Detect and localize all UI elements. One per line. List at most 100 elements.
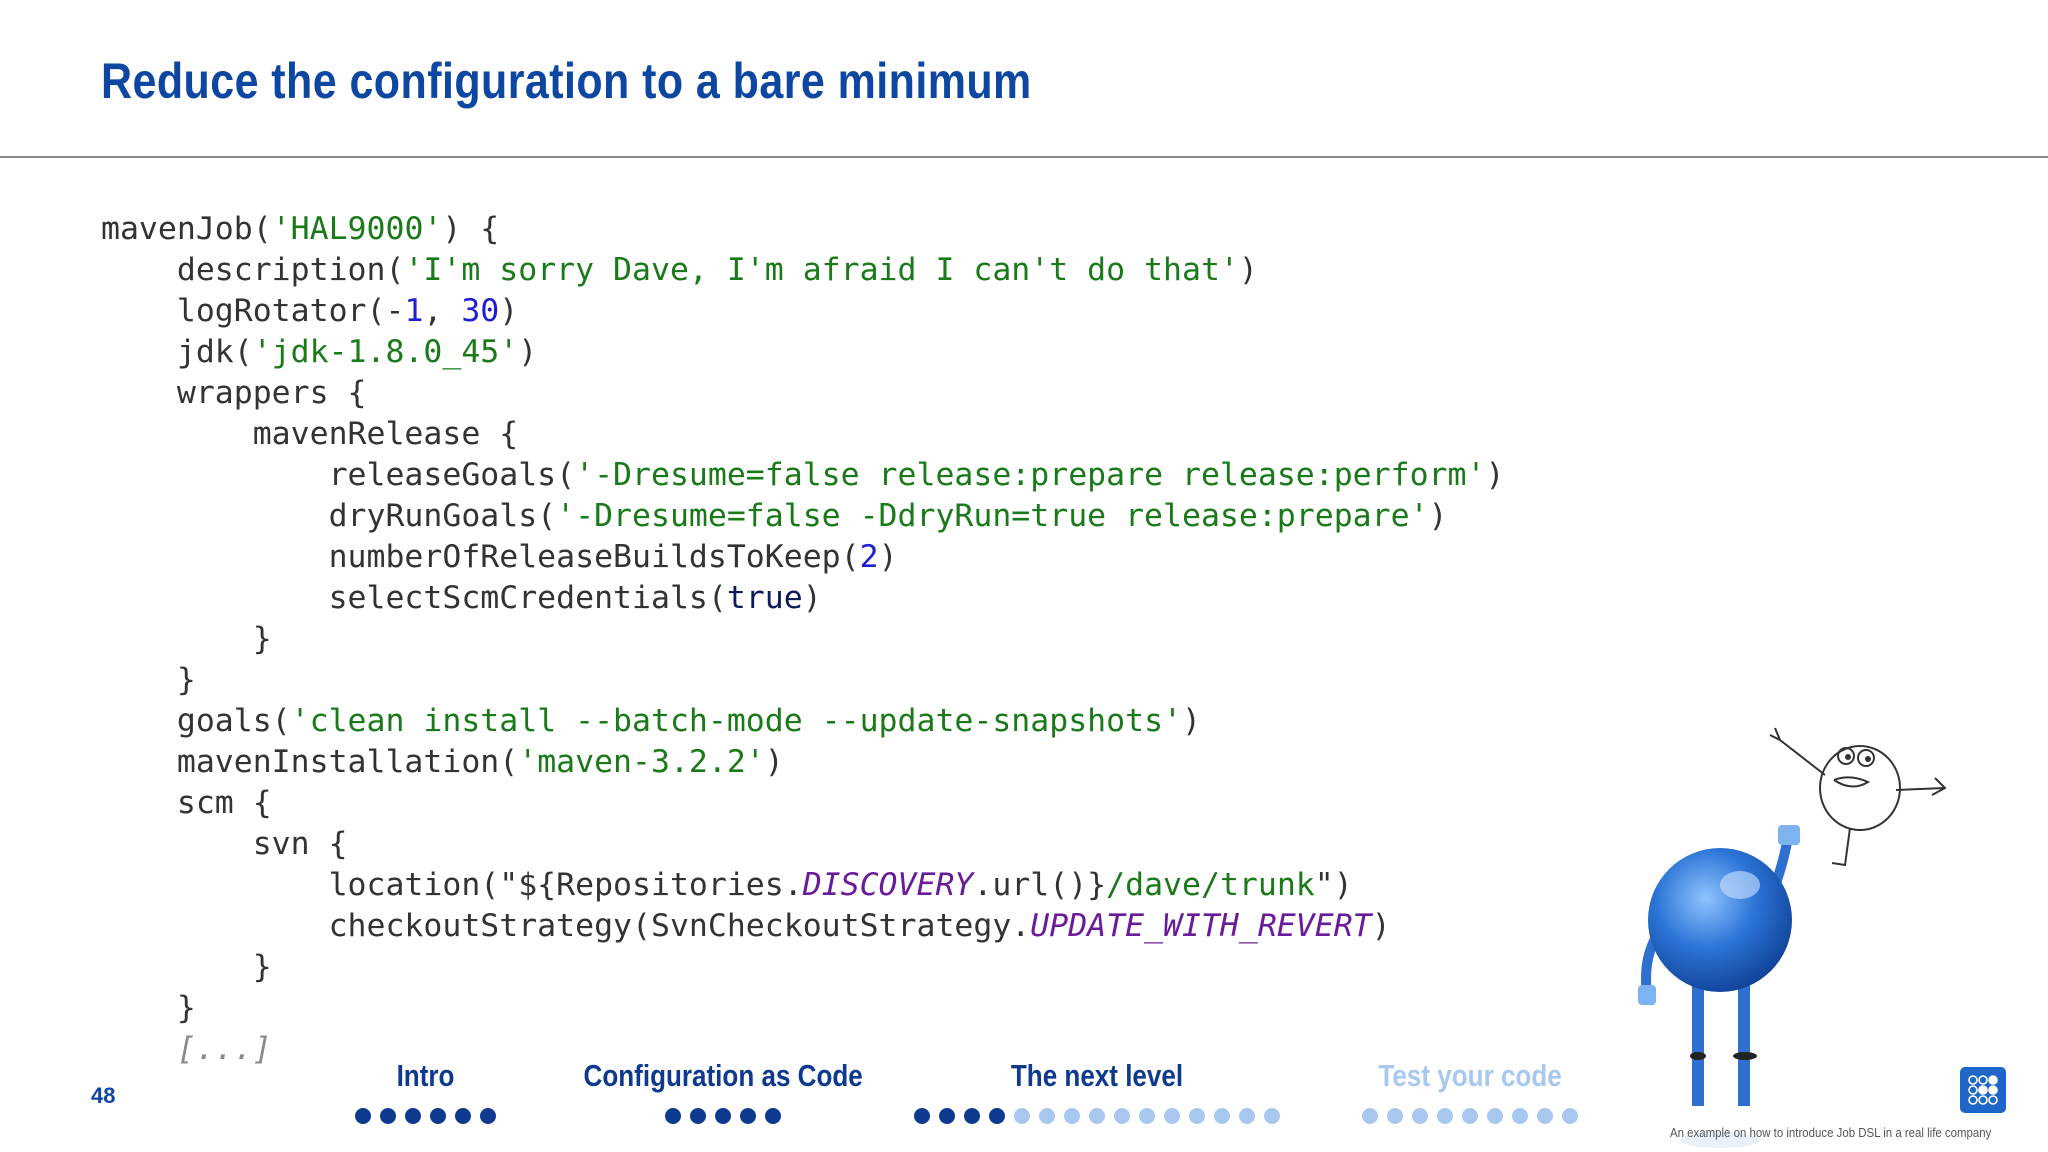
- code-token: logRotator(-: [101, 293, 405, 329]
- progress-dot-empty: [1189, 1108, 1205, 1124]
- code-token: dryRunGoals(: [101, 498, 557, 534]
- code-token: 'HAL9000': [271, 211, 443, 247]
- code-token: selectScmCredentials(: [101, 580, 727, 616]
- code-line: mavenInstallation('maven-3.2.2'): [101, 742, 1504, 783]
- code-token: description(: [101, 252, 405, 288]
- code-line: mavenJob('HAL9000') {: [101, 209, 1504, 250]
- code-line: scm {: [101, 783, 1504, 824]
- code-token: ): [802, 580, 822, 616]
- nav-section[interactable]: Intro: [354, 1058, 496, 1124]
- blue-mascot: [1638, 825, 1800, 1148]
- footer-subtitle: An example on how to introduce Job DSL i…: [1670, 1125, 1992, 1140]
- code-line: jdk('jdk-1.8.0_45'): [101, 332, 1504, 373]
- progress-dot-empty: [1114, 1108, 1130, 1124]
- progress-dot-filled: [665, 1108, 681, 1124]
- code-token: wrappers {: [101, 375, 367, 411]
- code-line: }: [101, 988, 1504, 1029]
- progress-dot-empty: [1264, 1108, 1280, 1124]
- progress-dot-empty: [1014, 1108, 1030, 1124]
- title-divider: [0, 156, 2048, 158]
- progress-dot-empty: [1537, 1108, 1553, 1124]
- progress-dot-empty: [1039, 1108, 1055, 1124]
- code-token: /dave/trunk: [1106, 867, 1315, 903]
- code-token: ): [1428, 498, 1448, 534]
- slide-title: Reduce the configuration to a bare minim…: [101, 53, 1032, 109]
- progress-dot-empty: [1164, 1108, 1180, 1124]
- code-token: mavenJob(: [101, 211, 272, 247]
- code-line: dryRunGoals('-Dresume=false -DdryRun=tru…: [101, 496, 1504, 537]
- code-token: location("${Repositories.: [101, 867, 803, 903]
- code-token: jdk(: [101, 334, 253, 370]
- code-line: mavenRelease {: [101, 414, 1504, 455]
- code-token: }: [101, 621, 272, 657]
- code-line: }: [101, 660, 1504, 701]
- code-block: mavenJob('HAL9000') { description('I'm s…: [101, 209, 1504, 1070]
- code-token: ): [1182, 703, 1201, 739]
- progress-dot-empty: [1387, 1108, 1403, 1124]
- code-line: wrappers {: [101, 373, 1504, 414]
- code-token: ): [1238, 252, 1258, 288]
- code-line: goals('clean install --batch-mode --upda…: [101, 701, 1504, 742]
- code-token: ) {: [442, 211, 500, 247]
- progress-dot-filled: [964, 1108, 980, 1124]
- nav-section-label: Configuration as Code: [583, 1058, 863, 1093]
- code-line: svn {: [101, 824, 1504, 865]
- code-token: }: [101, 990, 196, 1026]
- progress-dot-filled: [690, 1108, 706, 1124]
- code-token: 'I'm sorry Dave, I'm afraid I can't do t…: [404, 252, 1239, 288]
- code-token: 'clean install --batch-mode --update-sna…: [290, 703, 1182, 739]
- nav-section[interactable]: Configuration as Code: [557, 1058, 889, 1124]
- code-token: 'jdk-1.8.0_45': [252, 334, 519, 370]
- progress-dot-filled: [740, 1108, 756, 1124]
- code-line: logRotator(-1, 30): [101, 291, 1504, 332]
- section-navigation: Intro Configuration as Code The next level…: [0, 1058, 1640, 1138]
- mascot-illustration: [1638, 727, 1947, 1148]
- code-line: }: [101, 619, 1504, 660]
- code-token: ): [878, 539, 898, 575]
- code-line: releaseGoals('-Dresume=false release:pre…: [101, 455, 1505, 496]
- code-token: releaseGoals(: [101, 457, 576, 493]
- progress-dot-filled: [354, 1108, 371, 1124]
- nav-section[interactable]: Test your code: [1361, 1058, 1579, 1124]
- code-token: ): [518, 334, 538, 370]
- code-token: ): [499, 293, 519, 329]
- code-token: ,: [423, 293, 462, 329]
- progress-dot-filled: [765, 1108, 781, 1124]
- progress-dot-filled: [715, 1108, 731, 1124]
- progress-dot-filled: [379, 1108, 396, 1124]
- code-line: checkoutStrategy(SvnCheckoutStrategy.UPD…: [101, 906, 1504, 947]
- code-token: }: [101, 949, 272, 985]
- code-token: 2: [859, 539, 879, 575]
- code-token: .url()}: [973, 867, 1107, 903]
- progress-dot-filled: [989, 1108, 1005, 1124]
- progress-dot-empty: [1562, 1108, 1578, 1124]
- code-line: location("${Repositories.DISCOVERY.url()…: [101, 865, 1504, 906]
- code-token: DISCOVERY: [802, 867, 974, 903]
- code-token: UPDATE_WITH_REVERT: [1030, 908, 1372, 944]
- code-token: mavenRelease {: [101, 416, 519, 452]
- code-token: "): [1314, 867, 1353, 903]
- code-token: scm {: [101, 785, 272, 821]
- code-token: ): [1485, 457, 1505, 493]
- nav-section-label: Intro: [396, 1058, 454, 1093]
- company-logo-icon: [1960, 1067, 2006, 1113]
- progress-dot-empty: [1462, 1108, 1478, 1124]
- progress-dot-empty: [1412, 1108, 1428, 1124]
- code-token: ): [764, 744, 784, 780]
- progress-dot-empty: [1239, 1108, 1255, 1124]
- progress-dot-filled: [429, 1108, 446, 1124]
- code-token: '-Dresume=false release:prepare release:…: [575, 457, 1486, 493]
- progress-dot-filled: [939, 1108, 955, 1124]
- code-token: numberOfReleaseBuildsToKeep(: [101, 539, 860, 575]
- progress-dot-empty: [1362, 1108, 1378, 1124]
- code-token: svn {: [101, 826, 348, 862]
- nav-section-label: Test your code: [1378, 1058, 1562, 1093]
- progress-dot-filled: [914, 1108, 930, 1124]
- code-line: }: [101, 947, 1504, 988]
- code-token: checkoutStrategy(SvnCheckoutStrategy.: [101, 908, 1031, 944]
- nav-section[interactable]: The next level: [914, 1058, 1280, 1124]
- code-line: description('I'm sorry Dave, I'm afraid …: [101, 250, 1504, 291]
- nav-section-label: The next level: [1010, 1058, 1184, 1093]
- code-line: numberOfReleaseBuildsToKeep(2): [101, 537, 1504, 578]
- progress-dot-empty: [1487, 1108, 1503, 1124]
